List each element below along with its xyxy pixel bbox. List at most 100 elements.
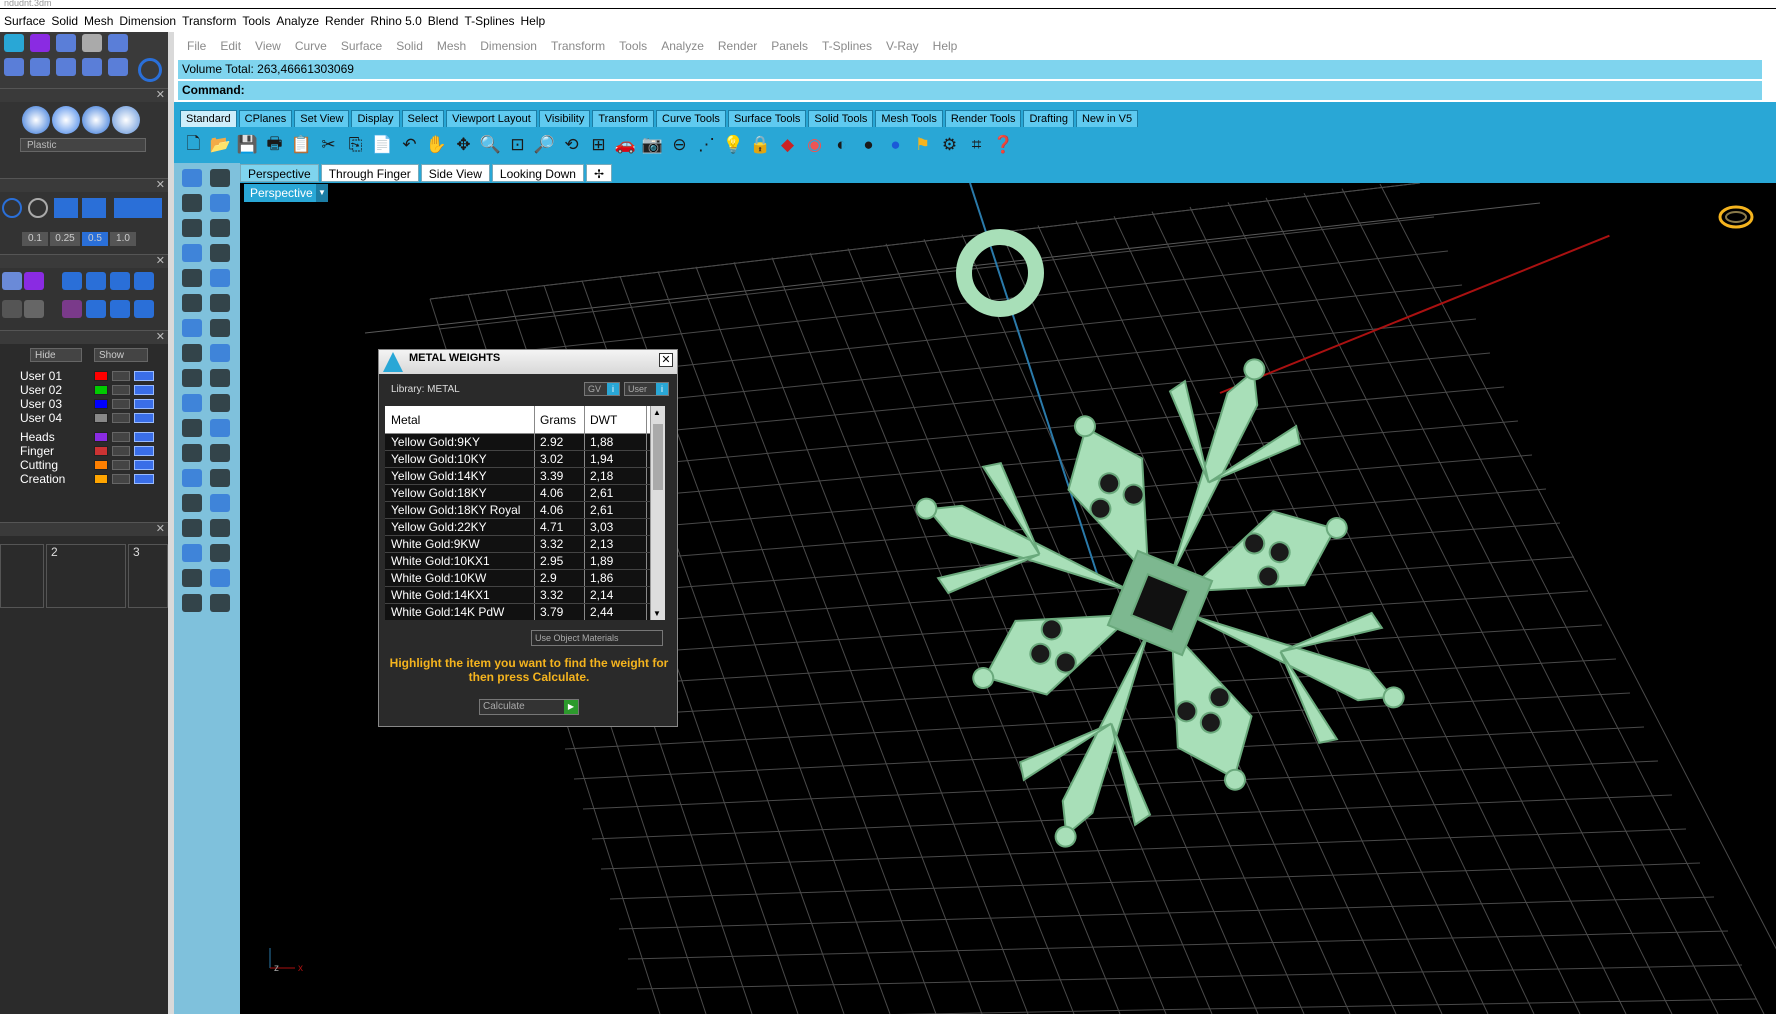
rhino-menu-item[interactable]: V-Ray [879, 39, 926, 53]
rhino-menu-item[interactable]: Analyze [654, 39, 711, 53]
tool-icon[interactable] [182, 544, 202, 562]
snap-value[interactable]: 0.5 [82, 232, 108, 246]
tool-icon[interactable] [62, 272, 82, 290]
layer-color-swatch[interactable] [94, 399, 108, 409]
rhino-menu-item[interactable]: Surface [334, 39, 389, 53]
new-file-icon[interactable]: 🗋 [182, 134, 205, 157]
visibility-toggle[interactable] [134, 432, 154, 442]
column-header[interactable]: Metal [385, 406, 535, 433]
show-button[interactable]: Show [94, 348, 148, 362]
hide-button[interactable]: Hide [30, 348, 82, 362]
car-icon[interactable]: 🚗 [614, 134, 637, 157]
tool-icon[interactable] [182, 319, 202, 337]
copy-icon[interactable]: ⎘ [344, 134, 367, 157]
toolbar-tab[interactable]: Curve Tools [656, 110, 726, 127]
gem-tool-icon[interactable] [24, 272, 44, 290]
tool-icon[interactable] [182, 494, 202, 512]
tool-icon[interactable] [182, 444, 202, 462]
tool-icon[interactable] [86, 300, 106, 318]
layer-color-swatch[interactable] [94, 460, 108, 470]
render-sphere-icon[interactable]: ● [857, 134, 880, 157]
circle-tool-icon[interactable] [138, 58, 162, 82]
four-view-icon[interactable]: ⊞ [587, 134, 610, 157]
menu-item[interactable]: Render [325, 14, 370, 28]
layer-color-swatch[interactable] [94, 385, 108, 395]
use-object-materials-button[interactable]: Use Object Materials [531, 630, 663, 646]
layer-row[interactable]: Heads [20, 430, 160, 444]
layer-color-swatch[interactable] [94, 371, 108, 381]
rhino-menu-item[interactable]: T-Splines [815, 39, 879, 53]
menu-item[interactable]: Dimension [119, 14, 182, 28]
tool-icon[interactable] [210, 369, 230, 387]
tool-icon[interactable] [210, 169, 230, 187]
ortho-icon[interactable] [54, 198, 78, 218]
toolbar-tab[interactable]: Viewport Layout [446, 110, 537, 127]
view-tab[interactable]: Perspective [240, 164, 319, 182]
material-ball-icon[interactable] [82, 106, 110, 134]
leaf-tool-icon[interactable] [30, 58, 50, 76]
layer-color-swatch[interactable] [94, 432, 108, 442]
visibility-toggle[interactable] [134, 399, 154, 409]
viewport-menu-icon[interactable]: ▼ [316, 184, 328, 202]
link-tool-icon[interactable] [56, 58, 76, 76]
tool-icon[interactable] [210, 269, 230, 287]
layer-row[interactable]: User 02 [20, 383, 160, 397]
tool-icon[interactable] [182, 594, 202, 612]
rhino-menu-item[interactable]: Help [926, 39, 965, 53]
lock-icon[interactable] [112, 385, 130, 395]
visibility-toggle[interactable] [134, 385, 154, 395]
menu-item[interactable]: T-Splines [464, 14, 520, 28]
visibility-toggle[interactable] [134, 474, 154, 484]
menu-item[interactable]: Surface [4, 14, 51, 28]
tool-icon[interactable] [134, 300, 154, 318]
toolbar-tab[interactable]: Solid Tools [808, 110, 874, 127]
visibility-toggle[interactable] [134, 413, 154, 423]
rhino-menu-item[interactable]: File [180, 39, 213, 53]
material-ball-icon[interactable] [112, 106, 140, 134]
tool-icon[interactable] [182, 194, 202, 212]
gem-tool-icon[interactable] [82, 34, 102, 52]
tool-icon[interactable] [182, 569, 202, 587]
toolbar-tab[interactable]: Display [351, 110, 400, 127]
material-select[interactable]: Plastic [20, 138, 146, 152]
close-icon[interactable]: ✕ [156, 255, 165, 267]
color-wheel-icon[interactable]: ◉ [803, 134, 826, 157]
tool-icon[interactable] [182, 369, 202, 387]
cplane-icon[interactable]: ⊖ [668, 134, 691, 157]
print-icon[interactable]: 🖶 [263, 134, 286, 157]
layer-row[interactable]: Finger [20, 444, 160, 458]
cut-icon[interactable]: ✂ [317, 134, 340, 157]
lock-icon[interactable] [112, 460, 130, 470]
grid-snap-icon[interactable] [114, 198, 162, 218]
table-row[interactable]: Yellow Gold:9KY 2.92 1,88 [385, 434, 650, 451]
point-icon[interactable]: ⋰ [695, 134, 718, 157]
table-row[interactable]: White Gold:9KW 3.32 2,13 [385, 536, 650, 553]
toolbar-tab[interactable]: Visibility [538, 110, 591, 127]
menu-item[interactable]: Rhino 5.0 [370, 14, 427, 28]
lock-icon[interactable] [112, 371, 130, 381]
tool-icon[interactable] [182, 244, 202, 262]
lock-icon[interactable] [112, 413, 130, 423]
tool-icon[interactable] [210, 219, 230, 237]
column-header[interactable]: Grams [535, 406, 585, 433]
material-tool-icon[interactable] [30, 34, 50, 52]
tool-icon[interactable] [210, 519, 230, 537]
scroll-down-icon[interactable]: ▼ [653, 609, 661, 618]
rhino-menu-item[interactable]: Edit [213, 39, 248, 53]
layer-color-swatch[interactable] [94, 413, 108, 423]
tool-icon[interactable] [210, 194, 230, 212]
tool-icon[interactable] [210, 594, 230, 612]
render-sphere-blue-icon[interactable]: ● [884, 134, 907, 157]
rhino-menu-item[interactable]: Curve [288, 39, 334, 53]
snap-value[interactable]: 0.1 [22, 232, 48, 246]
layer-color-swatch[interactable] [94, 446, 108, 456]
tool-icon[interactable] [210, 344, 230, 362]
close-icon[interactable]: ✕ [156, 331, 165, 343]
zoom-window-icon[interactable]: ⊡ [506, 134, 529, 157]
table-row[interactable]: White Gold:14KX1 3.32 2,14 [385, 587, 650, 604]
add-view-icon[interactable]: ✢ [585, 164, 613, 182]
move-view-icon[interactable]: ✥ [452, 134, 475, 157]
light-bulb-icon[interactable]: 💡 [722, 134, 745, 157]
doc-tool-icon[interactable] [4, 58, 24, 76]
rhino-menu-item[interactable]: Panels [764, 39, 815, 53]
